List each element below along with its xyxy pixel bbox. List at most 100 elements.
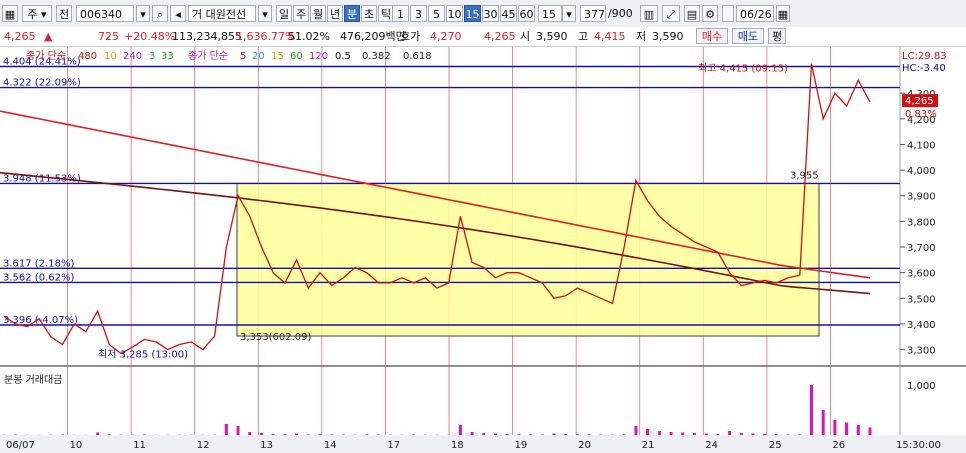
low-annotation: 최저 3,285 (13:00) [98,348,188,360]
x-tick-label: 11 [133,440,146,451]
x-tick-label: 20 [578,440,591,451]
volume-bar [283,434,287,435]
volume-bar [646,429,650,435]
volume-bar [306,434,310,435]
name-dropdown-icon[interactable]: ▾ [258,5,272,22]
interval-tab-30[interactable]: 30 [482,5,499,22]
legend-volume-ma-label: 종가 단순 [188,50,228,62]
interval-tab-5[interactable]: 5 [428,5,445,22]
hoga-label: 호가 [400,30,421,43]
period-tab-0[interactable]: 일 [276,5,292,22]
volume-pane [0,367,900,435]
open-value: 3,590 [536,30,568,43]
base-annotation: 3,353(602.09) [240,332,312,343]
turnover: 51.02% [288,30,330,43]
volume-bar [271,434,275,435]
y-tick-label: 3,500 [907,294,936,305]
x-tick-label: 06/07 [6,440,35,451]
volume-bar [833,420,837,435]
x-tick-label: 21 [642,440,655,451]
chart-type-icon[interactable]: ▥ [640,5,658,22]
volume-bar [552,433,556,435]
interval-dropdown-icon[interactable]: ▾ [562,5,576,22]
volume-bar [224,424,228,435]
volume-bar [494,433,498,435]
calendar-icon[interactable]: ▦ [776,5,790,22]
prev-icon[interactable]: ◂ [170,5,186,22]
x-tick-label: 19 [515,440,528,451]
y-tick-label: 3,900 [907,192,936,203]
period-tab-1[interactable]: 주 [293,5,309,22]
legend-volume-ma-period: 15 [271,51,284,62]
volume-bar [505,434,509,435]
change-pct: +20.48% [124,30,176,43]
interval-tab-3[interactable]: 3 [410,5,427,22]
x-tick-label: 12 [197,440,210,451]
volume-bar [681,432,685,435]
interval-tab-45[interactable]: 45 [500,5,517,22]
layout-icon[interactable]: ▦ [2,5,18,22]
x-tick-label: 26 [832,440,845,451]
period-tab-5[interactable]: 초 [361,5,377,22]
volume-bar [365,434,369,435]
volume-bar [657,431,661,435]
interval-tab-60[interactable]: 60 [518,5,535,22]
stock-name-field[interactable]: 거 대원전선 [188,5,256,22]
save-icon[interactable]: ▤ [684,5,700,22]
y-tick-label: 3,400 [907,320,936,331]
volume-bar [763,434,767,435]
gear-icon[interactable]: ⚙ [702,5,718,22]
drawing-icon[interactable]: ⤢ [662,5,680,22]
volume-bar [786,434,790,435]
search-icon[interactable]: ⌕ [152,5,168,22]
period-tab-4[interactable]: 분 [344,5,360,22]
price-level-label: 3.617 (2.18%) [3,258,74,269]
count-input[interactable]: 377 [580,5,606,22]
mode-select[interactable]: 주 ▾ [22,5,52,22]
volume-bar [634,426,638,435]
volume-bar [529,434,533,435]
volume-bar [856,425,860,435]
toolbar: ▦ 주 ▾ 전 006340 ▾ ⌕ ◂ 거 대원전선 ▾ 일주월년분초틱 13… [0,0,966,28]
volume-bar [330,434,334,435]
volume-bar [798,434,802,435]
change-arrow: ▲ [44,30,53,43]
volume-bar [728,431,732,435]
volume-bar [845,422,849,435]
market-select[interactable]: 전 [56,5,72,22]
volume-bar [470,432,474,435]
high-value: 4,415 [594,30,626,43]
buy-button[interactable]: 매수 [696,28,728,44]
chart-canvas[interactable]: 06/07 10 11 12 13 14 17 18 19 20 21 24 25 26 15:30:00 4… [0,47,966,453]
interval-tab-1[interactable]: 1 [392,5,409,22]
lc-label: LC:29.83 [902,51,947,62]
interval-input[interactable]: 15 [538,5,562,22]
volume-ratio: 1,636.77% [236,30,296,43]
volume-bar [669,432,673,435]
period-tab-3[interactable]: 년 [327,5,343,22]
volume-bar [540,434,544,435]
volume-bar [96,432,100,435]
sell-button[interactable]: 매도 [732,28,764,44]
code-dropdown-icon[interactable]: ▾ [136,5,150,22]
eval-button[interactable]: 평 [768,28,786,44]
date-field[interactable]: 06/26 [736,5,774,22]
y-tick-label: 3,600 [907,269,936,280]
open-label: 시 [520,30,531,43]
interval-tab-10[interactable]: 10 [446,5,463,22]
volume-bar [61,434,65,435]
volume-bar [704,433,708,435]
volume-bar [751,433,755,435]
volume-bar [517,434,521,435]
low-value: 3,590 [652,30,684,43]
code-input[interactable]: 006340 [76,5,134,22]
volume-bar [692,433,696,435]
volume-bar [774,434,778,435]
change-value: 725 [98,30,119,43]
legend-price-ma-period: 3 [149,51,155,62]
volume-bar [482,433,486,435]
interval-tab-15[interactable]: 15 [464,5,481,22]
date-checkbox[interactable] [722,5,734,22]
period-tab-2[interactable]: 월 [310,5,326,22]
price-level-label: 4.322 (22.09%) [3,78,81,89]
